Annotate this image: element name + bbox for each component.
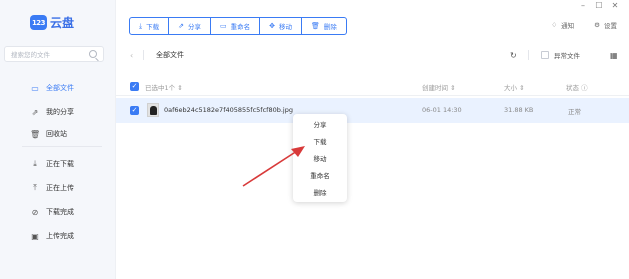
download-icon: ⤓ [33,159,37,168]
maximize-icon[interactable]: ☐ [591,1,607,10]
size-header[interactable]: 大小 ⇕ [504,82,525,92]
delete-label: 删除 [323,23,337,31]
image-thumbnail [147,103,159,117]
action-toolbar: ⤓ 下载 ⇗ 分享 ▭ 重命名 ✥ 移动 🗑 删除 [129,17,347,35]
sidebar-item-all-files[interactable]: ▭ 全部文件 [0,79,116,97]
menu-item-share[interactable]: 分享 [293,117,347,134]
select-all-checkbox[interactable]: ✓ [130,82,139,91]
table-header: ✓ 已选中1个 ⇕ 创建时间 ⇕ 大小 ⇕ 状态 ⓘ [116,78,629,96]
file-done-icon: ▣ [31,231,39,241]
file-name[interactable]: 0af6eb24c5182e7f405855fc5fcf80b.jpg [164,106,293,114]
upload-icon: ⤒ [33,183,37,192]
share-icon: ⇗ [31,107,39,117]
table-row[interactable]: ✓ 0af6eb24c5182e7f405855fc5fcf80b.jpg 06… [116,98,629,123]
close-icon[interactable]: ✕ [607,1,623,10]
search-input[interactable]: 搜索您的文件 [4,46,104,62]
status-header: 状态 ⓘ [566,84,588,92]
share-label: 分享 [187,23,201,31]
sidebar-item-upload-done[interactable]: ▣ 上传完成 [0,227,116,245]
sidebar-item-recycle-bin[interactable]: 🗑 回收站 [0,125,116,143]
path-bar: ‹ 全部文件 ↻ 异常文件 ▦ [116,45,629,65]
sidebar-item-download-done[interactable]: ⊘ 下载完成 [0,203,116,221]
row-checkbox[interactable]: ✓ [130,106,139,115]
created-time-label: 创建时间 [422,84,448,92]
sidebar-item-label: 下载完成 [46,208,74,216]
download-icon: ⤓ [139,21,143,30]
status-label: 状态 [566,84,579,92]
created-time-header[interactable]: 创建时间 ⇕ [422,82,456,92]
sidebar-divider [22,146,102,147]
sidebar-item-label: 正在上传 [46,184,74,192]
download-button[interactable]: ⤓ 下载 [130,18,170,34]
sidebar-item-uploading[interactable]: ⤒ 正在上传 [0,179,116,197]
bell-icon[interactable]: ♢ [551,21,557,29]
download-label: 下载 [146,23,160,31]
status-text: 正常 [568,108,581,116]
grid-view-icon[interactable]: ▦ [610,51,618,60]
path-divider [528,50,529,60]
menu-item-delete[interactable]: 删除 [293,185,347,202]
file-size: 31.88 KB [504,106,534,114]
gear-icon[interactable]: ⚙ [594,21,600,29]
trash-icon: 🗑 [30,129,41,139]
rename-icon: ▭ [219,22,227,30]
folder-icon: ▭ [31,83,39,93]
move-label: 移动 [278,23,292,31]
sidebar-item-label: 我的分享 [46,108,74,116]
logo-text: 云盘 [50,16,75,30]
check-circle-icon: ⊘ [31,207,39,217]
sidebar-item-label: 上传完成 [46,232,74,240]
sidebar-item-label: 全部文件 [46,84,74,92]
rename-button[interactable]: ▭ 重命名 [211,18,261,34]
rename-label: 重命名 [230,23,251,31]
arrow-shaft [242,150,298,187]
share-icon: ⇗ [178,22,184,30]
context-menu: 分享 下载 移动 重命名 删除 [293,114,347,202]
breadcrumb[interactable]: 全部文件 [156,50,184,60]
app-logo: 123 云盘 [30,14,74,31]
delete-button[interactable]: 🗑 删除 [302,18,346,34]
search-placeholder: 搜索您的文件 [11,51,50,59]
sidebar-item-downloading[interactable]: ⤓ 正在下载 [0,155,116,173]
created-time: 06-01 14:30 [422,106,462,114]
sidebar-item-label: 正在下载 [46,160,74,168]
refresh-icon[interactable]: ↻ [510,51,517,60]
move-icon: ✥ [269,22,275,30]
selected-count-label: 已选中1个 [145,84,176,92]
share-button[interactable]: ⇗ 分享 [169,18,211,34]
window-controls: – ☐ ✕ [575,1,623,10]
top-right-actions: ♢ 通知 ⚙ 设置 [547,20,617,30]
sidebar: 123 云盘 搜索您的文件 ▭ 全部文件 ⇗ 我的分享 🗑 回收站 ⤓ 正在下载… [0,0,116,279]
menu-item-rename[interactable]: 重命名 [293,168,347,185]
size-label: 大小 [504,84,517,92]
menu-item-download[interactable]: 下载 [293,134,347,151]
sidebar-item-label: 回收站 [46,130,67,138]
settings-link[interactable]: 设置 [604,20,617,30]
logo-badge: 123 [30,15,47,30]
move-button[interactable]: ✥ 移动 [260,18,302,34]
search-icon[interactable] [89,50,97,58]
notify-link[interactable]: 通知 [561,20,574,30]
selected-count-header[interactable]: 已选中1个 ⇕ [145,82,183,92]
trash-icon: 🗑 [310,22,320,30]
abnormal-files-label: 异常文件 [554,52,580,60]
sidebar-item-my-share[interactable]: ⇗ 我的分享 [0,103,116,121]
path-divider [143,50,144,60]
chevron-left-icon[interactable]: ‹ [130,51,133,60]
minimize-icon[interactable]: – [575,1,591,10]
abnormal-files-checkbox[interactable] [541,51,549,59]
menu-item-move[interactable]: 移动 [293,151,347,168]
